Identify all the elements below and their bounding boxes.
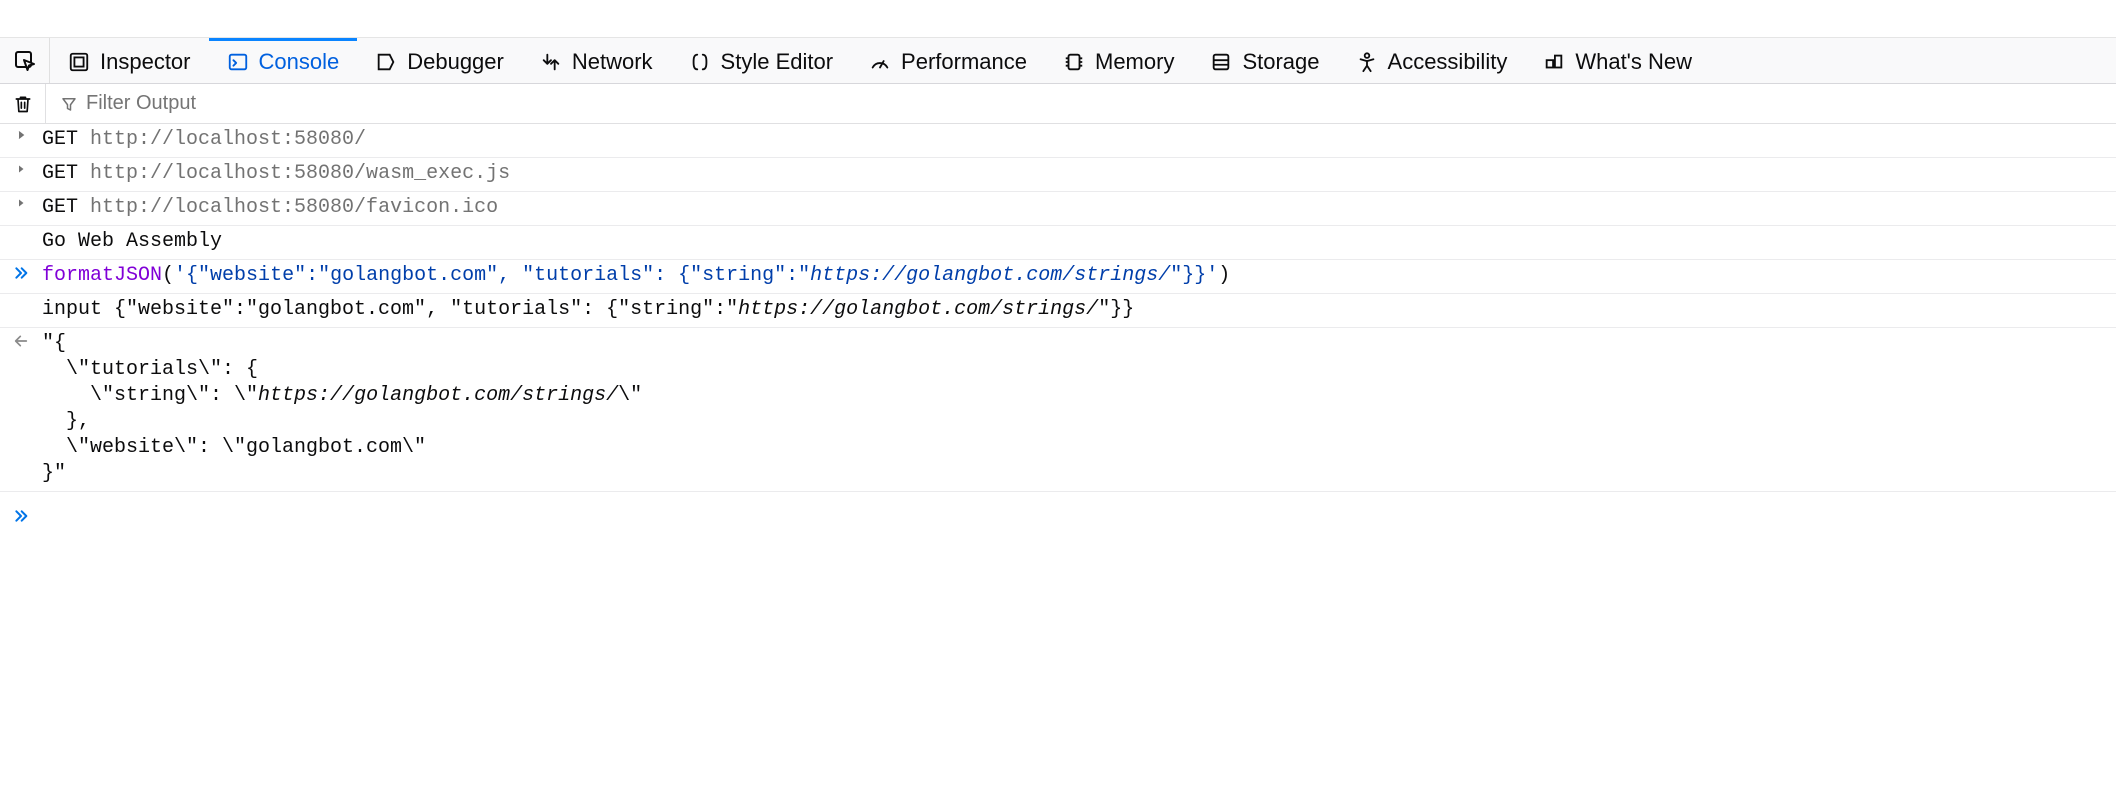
element-picker-button[interactable]: [0, 38, 50, 83]
tab-whats-new[interactable]: What's New: [1525, 38, 1710, 83]
tab-inspector[interactable]: Inspector: [50, 38, 209, 83]
console-row-input[interactable]: formatJSON('{"website":"golangbot.com", …: [0, 260, 2116, 294]
console-row-log[interactable]: input {"website":"golangbot.com", "tutor…: [0, 294, 2116, 328]
memory-icon: [1063, 51, 1085, 73]
console-prompt[interactable]: [0, 492, 2116, 532]
whats-new-icon: [1543, 51, 1565, 73]
row-content: GET http://localhost:58080/: [42, 127, 2116, 153]
expand-toggle[interactable]: [0, 127, 42, 141]
tab-storage[interactable]: Storage: [1192, 38, 1337, 83]
row-content: "{ \"tutorials\": { \"string\": \"https:…: [42, 331, 2116, 487]
style-editor-icon: [689, 51, 711, 73]
tab-debugger-label: Debugger: [407, 49, 504, 75]
tab-inspector-label: Inspector: [100, 49, 191, 75]
gutter-empty: [0, 229, 42, 231]
tab-memory[interactable]: Memory: [1045, 38, 1192, 83]
tab-style-editor[interactable]: Style Editor: [671, 38, 852, 83]
http-url[interactable]: http://localhost:58080/wasm_exec.js: [90, 162, 510, 185]
row-content: GET http://localhost:58080/wasm_exec.js: [42, 161, 2116, 187]
console-row-network[interactable]: GET http://localhost:58080/: [0, 124, 2116, 158]
expand-toggle[interactable]: [0, 161, 42, 175]
filter-icon: [60, 95, 78, 113]
debugger-icon: [375, 51, 397, 73]
accessibility-icon: [1356, 51, 1378, 73]
tab-debugger[interactable]: Debugger: [357, 38, 522, 83]
row-content: input {"website":"golangbot.com", "tutor…: [42, 297, 2116, 323]
network-icon: [540, 51, 562, 73]
storage-icon: [1210, 51, 1232, 73]
tab-network-label: Network: [572, 49, 653, 75]
clear-console-button[interactable]: [0, 84, 46, 123]
console-row-result[interactable]: "{ \"tutorials\": { \"string\": \"https:…: [0, 328, 2116, 492]
tab-performance[interactable]: Performance: [851, 38, 1045, 83]
paren-open: (: [162, 264, 174, 287]
result-marker-icon: [0, 331, 42, 349]
string-arg: '{"website":"golangbot.com", "tutorials"…: [174, 264, 1218, 287]
console-row-network[interactable]: GET http://localhost:58080/favicon.ico: [0, 192, 2116, 226]
row-content: formatJSON('{"website":"golangbot.com", …: [42, 263, 2116, 289]
window-top-blank: [0, 0, 2116, 38]
tab-storage-label: Storage: [1242, 49, 1319, 75]
http-method: GET: [42, 128, 90, 151]
tab-memory-label: Memory: [1095, 49, 1174, 75]
tab-performance-label: Performance: [901, 49, 1027, 75]
tab-network[interactable]: Network: [522, 38, 671, 83]
expand-toggle[interactable]: [0, 195, 42, 209]
gutter-empty: [0, 297, 42, 299]
devtools-tabbar: Inspector Console Debugger Network Style…: [0, 38, 2116, 84]
inspector-icon: [68, 51, 90, 73]
http-method: GET: [42, 196, 90, 219]
console-row-network[interactable]: GET http://localhost:58080/wasm_exec.js: [0, 158, 2116, 192]
console-row-log[interactable]: Go Web Assembly: [0, 226, 2116, 260]
http-url[interactable]: http://localhost:58080/favicon.ico: [90, 196, 498, 219]
console-filter-bar: [0, 84, 2116, 124]
tab-style-editor-label: Style Editor: [721, 49, 834, 75]
row-content: Go Web Assembly: [42, 229, 2116, 255]
tab-console[interactable]: Console: [209, 38, 358, 83]
console-output: GET http://localhost:58080/ GET http://l…: [0, 124, 2116, 492]
filter-wrapper: [46, 92, 2116, 115]
console-icon: [227, 51, 249, 73]
function-name: formatJSON: [42, 264, 162, 287]
tab-console-label: Console: [259, 49, 340, 75]
performance-icon: [869, 51, 891, 73]
tab-accessibility[interactable]: Accessibility: [1338, 38, 1526, 83]
tab-whats-new-label: What's New: [1575, 49, 1692, 75]
prompt-marker-icon: [0, 506, 42, 524]
input-marker-icon: [0, 263, 42, 281]
row-content: GET http://localhost:58080/favicon.ico: [42, 195, 2116, 221]
http-url[interactable]: http://localhost:58080/: [90, 128, 366, 151]
http-method: GET: [42, 162, 90, 185]
filter-input[interactable]: [86, 92, 486, 115]
tab-accessibility-label: Accessibility: [1388, 49, 1508, 75]
paren-close: ): [1218, 264, 1230, 287]
